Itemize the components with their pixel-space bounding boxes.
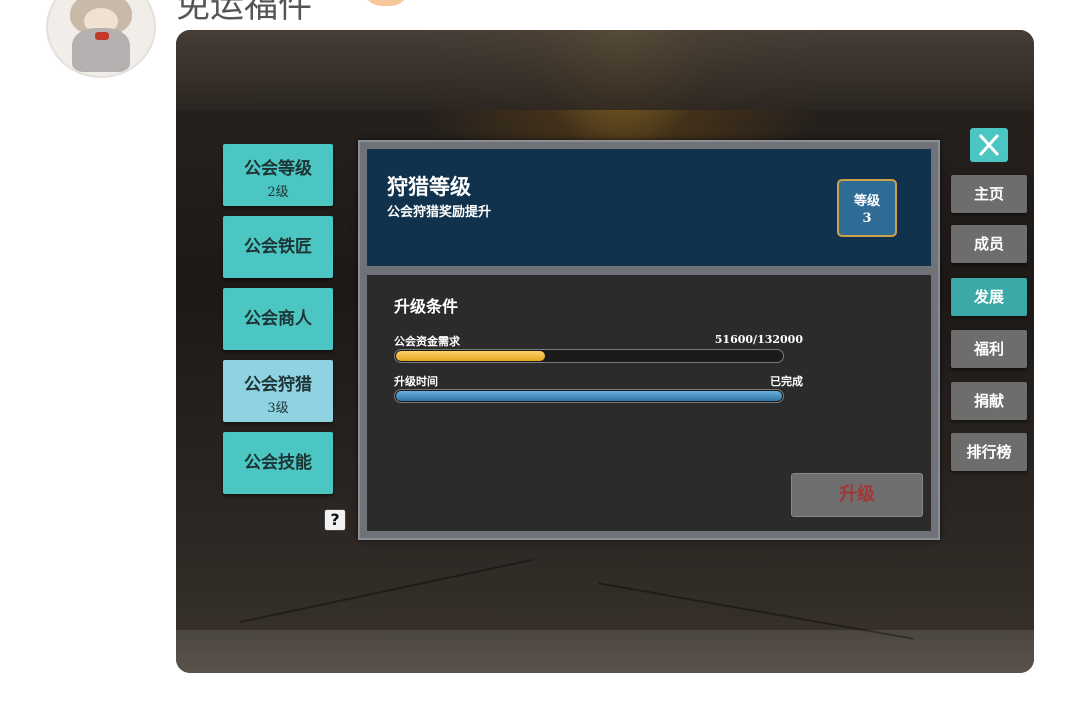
- tab-label: 公会商人: [244, 309, 312, 329]
- time-progress-bar: [394, 389, 784, 403]
- post-title: 免运福件: [176, 0, 312, 26]
- funds-progress-bar: [394, 349, 784, 363]
- level-value: 3: [862, 211, 872, 226]
- side-button-members[interactable]: 成员: [951, 225, 1027, 263]
- tab-label: 公会等级: [244, 159, 312, 179]
- tab-label: 公会铁匠: [244, 237, 312, 257]
- close-button[interactable]: [970, 128, 1008, 162]
- tab-guild-hunting[interactable]: 公会狩猎 3级: [223, 360, 333, 422]
- tab-sublabel: 2级: [267, 185, 289, 200]
- tab-guild-blacksmith[interactable]: 公会铁匠: [223, 216, 333, 278]
- time-progress-fill: [396, 391, 782, 401]
- tab-guild-skills[interactable]: 公会技能: [223, 432, 333, 494]
- conditions-title: 升级条件: [394, 297, 459, 316]
- funds-label: 公会资金需求: [394, 335, 460, 348]
- tab-sublabel: 3级: [267, 401, 289, 416]
- emoji-icon: [362, 0, 410, 6]
- side-button-home[interactable]: 主页: [951, 175, 1027, 213]
- help-icon[interactable]: ?: [324, 509, 346, 531]
- time-value: 已完成: [770, 375, 803, 388]
- side-button-leaderboard[interactable]: 排行榜: [951, 433, 1027, 471]
- side-button-donate[interactable]: 捐献: [951, 382, 1027, 420]
- upgrade-button[interactable]: 升级: [791, 473, 923, 517]
- dungeon-wall: [176, 30, 1034, 110]
- tab-guild-level[interactable]: 公会等级 2级: [223, 144, 333, 206]
- tab-guild-merchant[interactable]: 公会商人: [223, 288, 333, 350]
- close-icon: [978, 133, 1000, 157]
- funds-value: 51600/132000: [714, 333, 803, 346]
- panel-body: 升级条件 公会资金需求 51600/132000 升级时间 已完成 升级: [367, 275, 931, 531]
- avatar-bow: [95, 32, 109, 40]
- panel-title: 狩猎等级: [387, 174, 471, 199]
- panel-header: 狩猎等级 公会狩猎奖励提升 等级 3: [367, 149, 931, 266]
- side-button-development[interactable]: 发展: [951, 278, 1027, 316]
- panel-subtitle: 公会狩猎奖励提升: [387, 205, 492, 220]
- user-avatar[interactable]: [46, 0, 156, 78]
- funds-progress-fill: [396, 351, 546, 361]
- tab-label: 公会技能: [244, 453, 312, 473]
- game-screenshot: 公会等级 2级 公会铁匠 公会商人 公会狩猎 3级 公会技能 ? 狩猎等级 公会…: [176, 30, 1034, 673]
- level-label: 等级: [853, 194, 880, 209]
- time-label: 升级时间: [394, 375, 438, 388]
- hunting-level-panel: 狩猎等级 公会狩猎奖励提升 等级 3 升级条件 公会资金需求 51600/132…: [358, 140, 940, 540]
- tab-label: 公会狩猎: [244, 375, 312, 395]
- side-button-welfare[interactable]: 福利: [951, 330, 1027, 368]
- level-badge: 等级 3: [837, 179, 897, 237]
